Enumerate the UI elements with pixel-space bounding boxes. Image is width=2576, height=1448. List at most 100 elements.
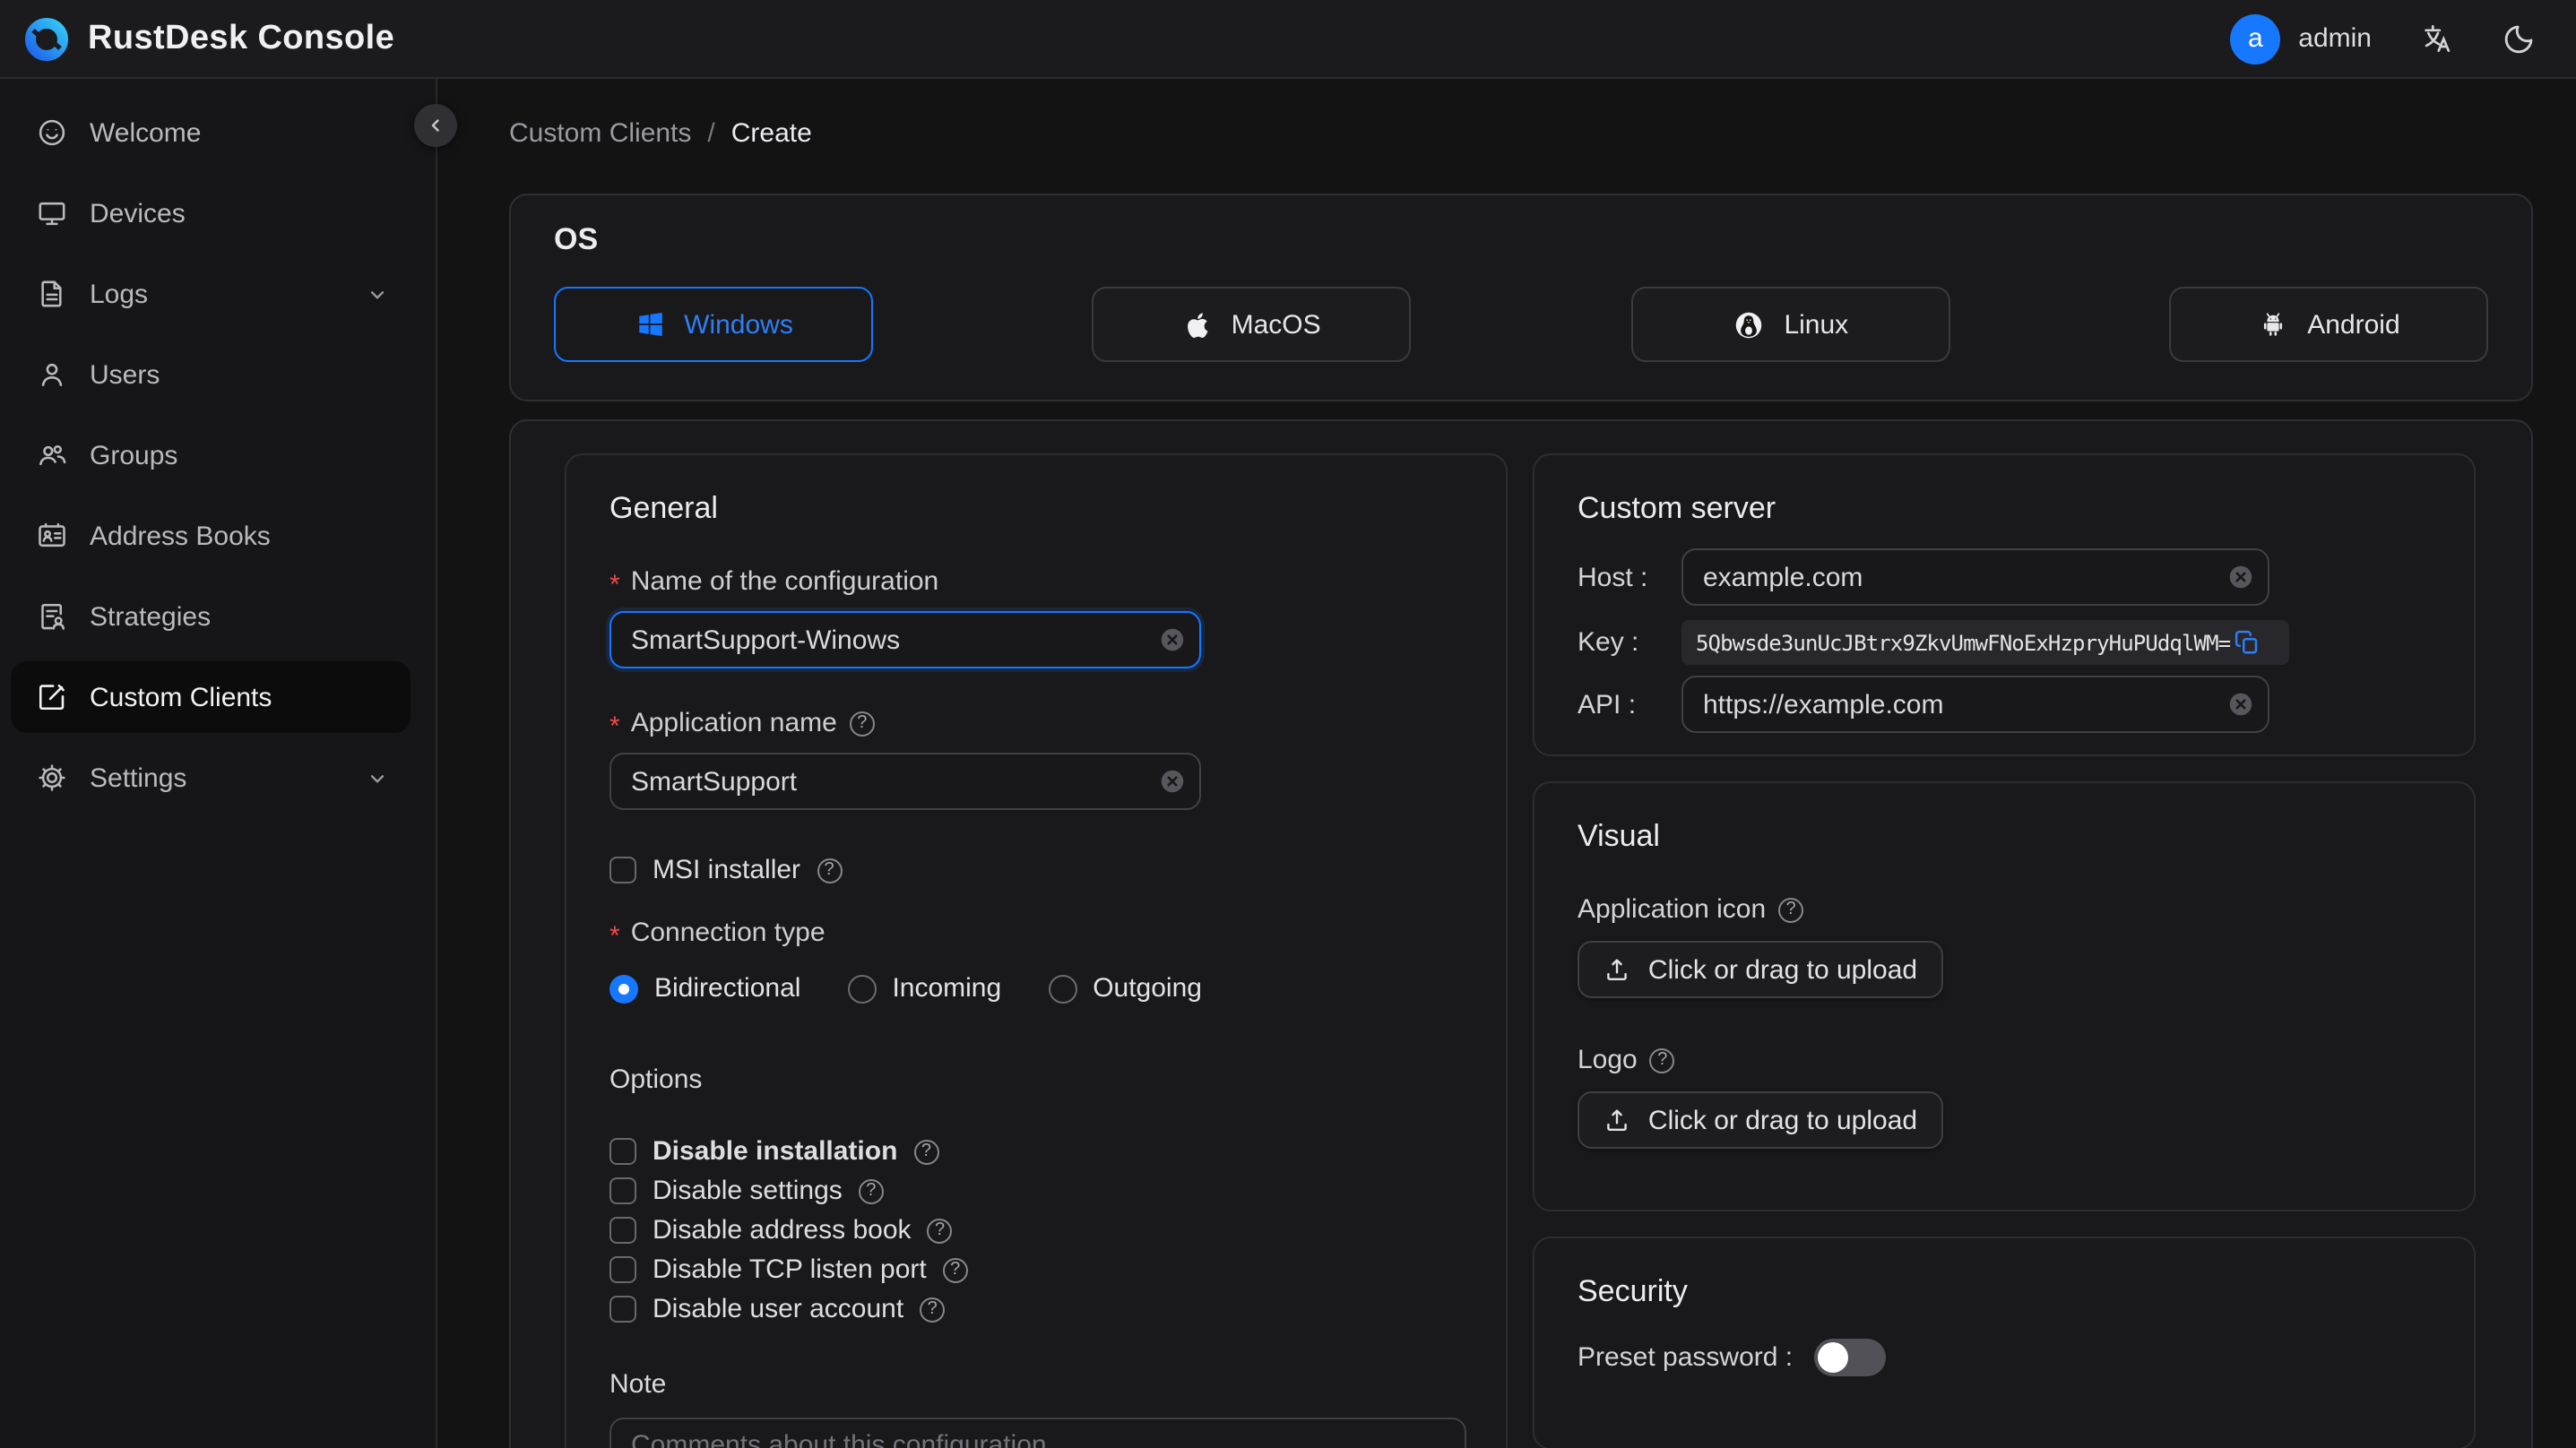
sidebar-item-custom-clients[interactable]: Custom Clients [11, 661, 411, 733]
logo-label: Logo ? [1578, 1045, 2431, 1075]
custom-server-panel: Custom server Host : Key : [1533, 453, 2476, 756]
sidebar-item-address-books[interactable]: Address Books [11, 500, 411, 572]
breadcrumb-parent-link[interactable]: Custom Clients [509, 118, 691, 149]
radio-incoming[interactable]: Incoming [847, 973, 1001, 1004]
contact-card-icon [36, 520, 68, 552]
configuration-card: General * Name of the configuration * Ap… [509, 419, 2533, 1448]
copy-icon[interactable] [2234, 629, 2260, 656]
note-textarea[interactable] [609, 1418, 1466, 1448]
host-input[interactable] [1681, 548, 2269, 606]
key-value: 5Qbwsde3unUcJBtrx9ZkvUmwFNoExHzpryHuPUdq… [1696, 630, 2231, 655]
msi-installer-row: MSI installer ? [609, 853, 1463, 887]
application-icon-label: Application icon ? [1578, 894, 2431, 925]
logo-upload-button[interactable]: Click or drag to upload [1578, 1091, 1943, 1149]
note-label: Note [609, 1369, 667, 1400]
sidebar-item-groups[interactable]: Groups [11, 419, 411, 491]
sidebar-item-label: Settings [90, 763, 187, 793]
chevron-down-icon [366, 766, 389, 789]
document-icon [36, 278, 68, 310]
os-options-row: Windows MacOS Linux Android [554, 287, 2488, 362]
sidebar: Welcome Devices Logs Users Groups Addres… [0, 79, 457, 1448]
os-section-title: OS [554, 222, 599, 256]
disable-settings-checkbox[interactable] [609, 1177, 636, 1204]
disable-address-book-checkbox[interactable] [609, 1217, 636, 1244]
main-content: Custom Clients / Create OS Windows MacOS… [437, 79, 2576, 1448]
preset-password-label: Preset password : [1578, 1342, 1794, 1373]
config-name-input[interactable] [609, 611, 1201, 668]
disable-user-account-checkbox[interactable] [609, 1296, 636, 1323]
os-button-android[interactable]: Android [2168, 287, 2488, 362]
key-label: Key : [1578, 627, 1639, 658]
host-label: Host : [1578, 562, 1648, 592]
radio-bidirectional[interactable]: Bidirectional [609, 973, 800, 1004]
monitor-icon [36, 197, 68, 229]
required-asterisk: * [609, 711, 620, 742]
sidebar-item-settings[interactable]: Settings [11, 742, 411, 814]
visual-panel: Visual Application icon ? Click or drag … [1533, 781, 2476, 1211]
help-icon[interactable]: ? [817, 858, 843, 883]
users-group-icon [36, 439, 68, 471]
disable-installation-checkbox[interactable] [609, 1138, 636, 1165]
connection-type-options: Bidirectional Incoming Outgoing [609, 973, 1463, 1004]
os-button-macos[interactable]: MacOS [1092, 287, 1412, 362]
help-icon[interactable]: ? [927, 1218, 953, 1243]
upload-icon [1604, 955, 1632, 984]
os-button-windows[interactable]: Windows [554, 287, 873, 362]
custom-server-title: Custom server [1578, 491, 1776, 525]
required-asterisk: * [609, 921, 620, 952]
username[interactable]: admin [2298, 23, 2372, 54]
config-name-field [609, 611, 1201, 668]
option-disable-tcp-listen-port: Disable TCP listen port ? [609, 1253, 1463, 1287]
topbar: RustDesk Console a admin [0, 0, 2576, 79]
application-icon-upload-button[interactable]: Click or drag to upload [1578, 941, 1943, 998]
avatar[interactable]: a [2230, 13, 2281, 64]
radio-outgoing[interactable]: Outgoing [1048, 973, 1202, 1004]
os-button-label: Android [2307, 309, 2400, 340]
application-name-input[interactable] [609, 753, 1201, 810]
security-panel: Security Preset password : [1533, 1237, 2476, 1448]
clear-icon[interactable] [2228, 565, 2253, 590]
clear-icon[interactable] [1160, 769, 1185, 794]
sidebar-item-users[interactable]: Users [11, 339, 411, 410]
msi-installer-checkbox[interactable] [609, 857, 636, 883]
api-input[interactable] [1681, 676, 2269, 733]
security-title: Security [1578, 1274, 1688, 1308]
sidebar-item-devices[interactable]: Devices [11, 177, 411, 249]
language-icon[interactable] [2420, 22, 2454, 56]
host-field [1681, 548, 2269, 606]
application-name-label: * Application name ? [609, 708, 1463, 742]
help-icon[interactable]: ? [1649, 1047, 1675, 1073]
preset-password-toggle[interactable] [1814, 1339, 1887, 1376]
general-title: General [609, 491, 718, 525]
os-button-label: Linux [1784, 309, 1849, 340]
visual-title: Visual [1578, 819, 1660, 853]
sidebar-item-strategies[interactable]: Strategies [11, 581, 411, 652]
clear-icon[interactable] [2228, 692, 2253, 717]
disable-tcp-listen-port-checkbox[interactable] [609, 1256, 636, 1283]
help-icon[interactable]: ? [942, 1257, 968, 1282]
preset-password-row: Preset password : [1578, 1339, 2431, 1376]
sidebar-item-label: Strategies [90, 601, 212, 632]
sidebar-item-label: Devices [90, 198, 186, 228]
dark-mode-moon-icon[interactable] [2503, 22, 2537, 56]
application-name-field [609, 753, 1201, 810]
gear-icon [36, 762, 68, 794]
linux-penguin-icon [1732, 307, 1766, 341]
breadcrumb-current: Create [730, 118, 812, 149]
toggle-knob [1818, 1342, 1849, 1373]
topbar-right: a admin [2230, 13, 2537, 64]
key-value-box: 5Qbwsde3unUcJBtrx9ZkvUmwFNoExHzpryHuPUdq… [1681, 620, 2289, 665]
sidebar-collapse-button[interactable] [414, 104, 457, 147]
sidebar-item-welcome[interactable]: Welcome [11, 97, 411, 168]
help-icon[interactable]: ? [913, 1139, 939, 1164]
rustdesk-console-app: RustDesk Console a admin Welcome Devices… [0, 0, 2576, 1448]
os-button-linux[interactable]: Linux [1630, 287, 1950, 362]
help-icon[interactable]: ? [858, 1178, 884, 1203]
sidebar-item-logs[interactable]: Logs [11, 258, 411, 330]
help-icon[interactable]: ? [920, 1297, 946, 1322]
clear-icon[interactable] [1160, 627, 1185, 652]
required-asterisk: * [609, 570, 620, 600]
help-icon[interactable]: ? [1778, 897, 1804, 922]
sidebar-item-label: Users [90, 359, 160, 390]
help-icon[interactable]: ? [849, 711, 875, 736]
